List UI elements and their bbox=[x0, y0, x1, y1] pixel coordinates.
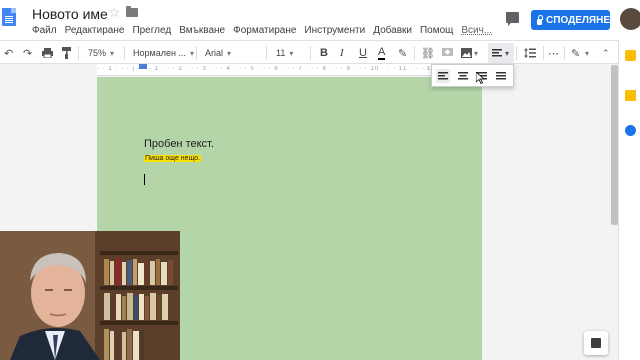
menu-format[interactable]: Форматиране bbox=[229, 25, 300, 36]
menu-file[interactable]: Файл bbox=[28, 25, 61, 36]
align-center-option[interactable] bbox=[456, 69, 470, 83]
edit-mode-dropdown-icon[interactable]: ▾ bbox=[585, 45, 589, 61]
mouse-pointer-icon bbox=[475, 71, 486, 89]
share-label: СПОДЕЛЯНЕ bbox=[546, 14, 610, 26]
webcam-video-image bbox=[0, 231, 180, 360]
collapse-menu-icon[interactable]: ⌃ bbox=[602, 45, 610, 61]
image-dropdown-icon[interactable]: ▾ bbox=[474, 45, 478, 61]
italic-button[interactable]: I bbox=[340, 45, 344, 61]
menu-help[interactable]: Помощ bbox=[416, 25, 457, 36]
text-cursor bbox=[144, 174, 145, 185]
bold-button[interactable]: B bbox=[320, 45, 328, 61]
menu-all-changes[interactable]: Всич... bbox=[457, 25, 496, 36]
edit-mode-icon[interactable]: ✎ bbox=[571, 45, 580, 61]
docs-logo-icon[interactable] bbox=[2, 8, 16, 26]
align-justify-option[interactable] bbox=[494, 69, 508, 83]
undo-icon[interactable]: ↶ bbox=[4, 45, 13, 61]
zoom-select[interactable]: 75% bbox=[88, 45, 114, 61]
insert-image-icon[interactable] bbox=[461, 45, 472, 61]
side-panel bbox=[618, 40, 640, 360]
paragraph-1[interactable]: Пробен текст. bbox=[144, 138, 214, 150]
underline-button[interactable]: U bbox=[359, 45, 367, 61]
ruler[interactable]: · · 1 · · · | · · · 1 · · · 2 · · · 3 · … bbox=[97, 64, 482, 76]
redo-icon[interactable]: ↷ bbox=[23, 45, 32, 61]
share-button[interactable]: СПОДЕЛЯНЕ bbox=[531, 10, 610, 30]
print-icon[interactable] bbox=[42, 45, 53, 61]
align-left-option[interactable] bbox=[436, 69, 450, 83]
tasks-icon[interactable] bbox=[625, 125, 636, 136]
font-size-select[interactable]: 11 bbox=[276, 45, 293, 61]
line-spacing-icon[interactable] bbox=[524, 45, 536, 61]
document-title[interactable]: Новото име bbox=[32, 6, 108, 22]
webcam-overlay bbox=[0, 231, 180, 360]
keep-icon[interactable] bbox=[625, 50, 636, 61]
highlighted-paragraph[interactable]: Пиша още нещо. bbox=[144, 155, 202, 162]
align-dropdown-icon: ▾ bbox=[505, 48, 510, 58]
menu-edit[interactable]: Редактиране bbox=[61, 25, 129, 36]
alignment-menu bbox=[431, 64, 514, 87]
vertical-scrollbar[interactable] bbox=[611, 65, 618, 225]
ruler-ticks: · · 1 · · · | · · · 1 · · · 2 · · · 3 · … bbox=[97, 66, 482, 72]
folder-icon[interactable] bbox=[126, 6, 138, 17]
align-left-icon bbox=[492, 45, 502, 61]
explore-button[interactable] bbox=[584, 331, 608, 355]
more-icon[interactable]: ⋯ bbox=[548, 45, 559, 61]
app-header: Новото име ☆ Файл Редактиране Преглед Вм… bbox=[0, 0, 640, 40]
star-icon[interactable]: ☆ bbox=[108, 4, 121, 21]
text-color-button[interactable]: A bbox=[378, 45, 386, 60]
highlight-icon[interactable]: ✎ bbox=[398, 45, 407, 61]
menu-view[interactable]: Преглед bbox=[128, 25, 175, 36]
lock-icon bbox=[537, 14, 544, 25]
toolbar: ↶ ↷ 75% Нормален ... Arial 11 B I U A ✎ … bbox=[0, 40, 618, 64]
add-comment-icon[interactable] bbox=[442, 45, 453, 61]
menu-bar: Файл Редактиране Преглед Вмъкване Формат… bbox=[28, 25, 496, 36]
menu-addons[interactable]: Добавки bbox=[369, 25, 416, 36]
style-select[interactable]: Нормален ... bbox=[133, 45, 194, 61]
font-select[interactable]: Arial bbox=[205, 45, 260, 61]
menu-tools[interactable]: Инструменти bbox=[300, 25, 369, 36]
calendar-icon[interactable] bbox=[625, 90, 636, 101]
paint-format-icon[interactable] bbox=[62, 45, 71, 61]
link-icon[interactable]: ⛓ bbox=[421, 45, 435, 61]
comments-icon[interactable] bbox=[506, 12, 519, 26]
menu-insert[interactable]: Вмъкване bbox=[175, 25, 229, 36]
avatar[interactable] bbox=[620, 8, 640, 30]
indent-marker[interactable] bbox=[139, 64, 147, 69]
